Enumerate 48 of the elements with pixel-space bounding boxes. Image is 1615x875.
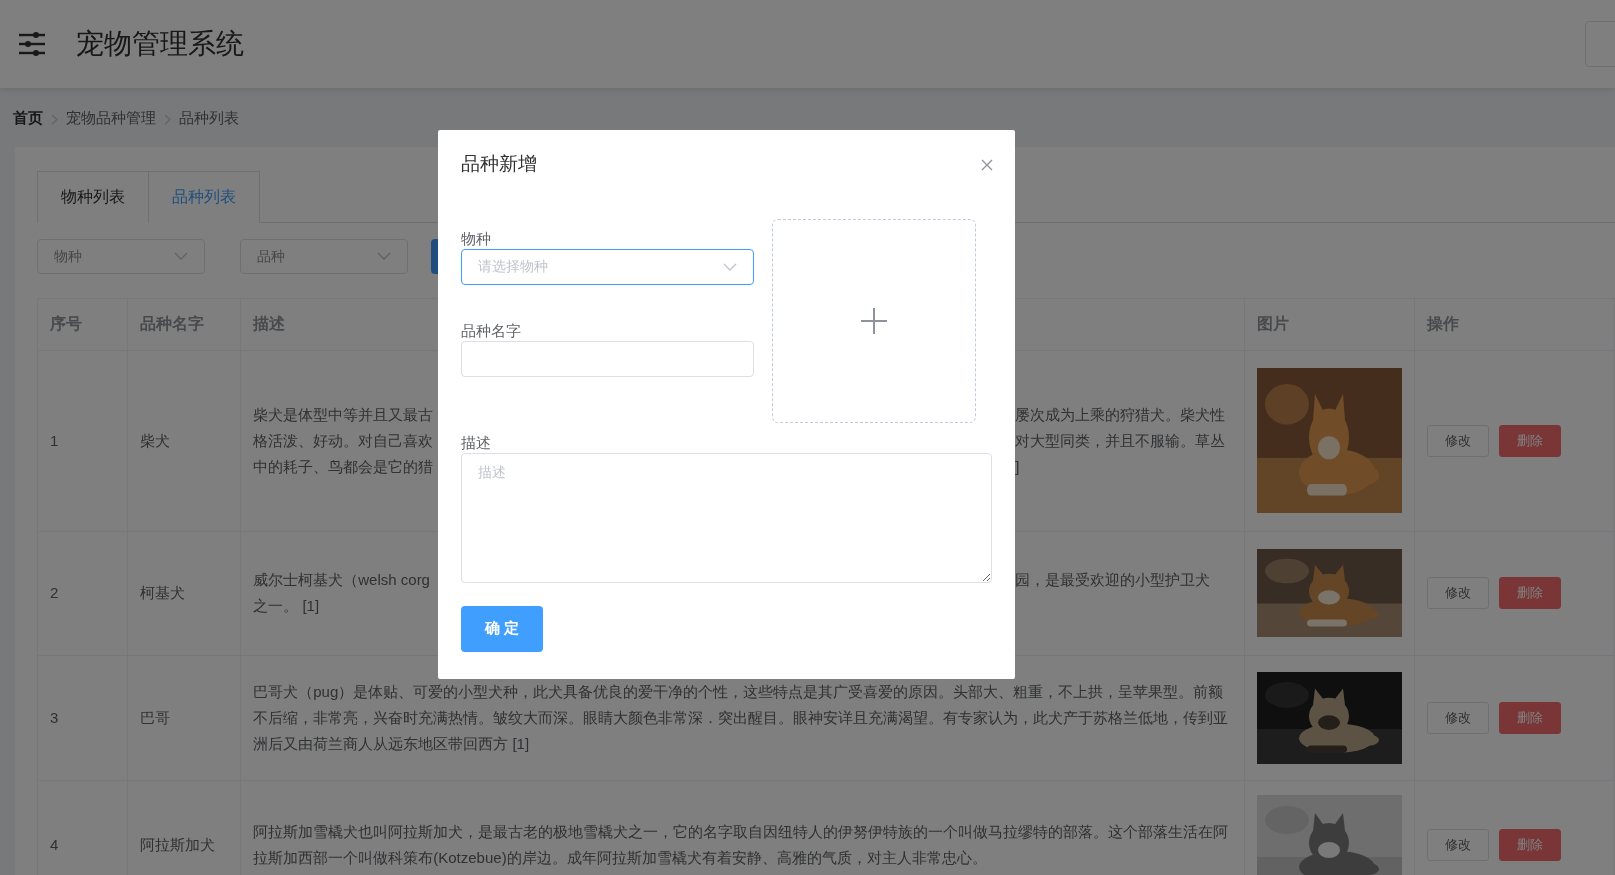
- select-field[interactable]: 请选择物种: [461, 248, 754, 285]
- table-cell: 1: [37, 350, 128, 531]
- delete-button[interactable]: 删除: [1499, 424, 1562, 457]
- table-cell: 柯基犬: [127, 531, 241, 655]
- placeholder-text: 物种: [54, 246, 82, 266]
- edit-button[interactable]: 修改: [1427, 829, 1490, 861]
- sliders-icon[interactable]: [18, 32, 46, 56]
- table-cell: 巴哥: [127, 655, 241, 780]
- chevron-down-icon: [377, 252, 391, 260]
- breadcrumb-link[interactable]: 宠物品种管理: [66, 107, 156, 130]
- description-text: 之一。 [1]: [253, 593, 320, 619]
- textarea-field[interactable]: 描述: [461, 452, 992, 583]
- table-cell: 2: [37, 531, 128, 655]
- plus-icon: [860, 306, 888, 335]
- breadcrumb-link[interactable]: 品种列表: [179, 107, 239, 130]
- table-cell: 柴犬: [127, 350, 241, 531]
- description-text: 园，是最受欢迎的小型护卫犬: [1015, 567, 1211, 593]
- field-label: 物种: [461, 228, 492, 249]
- description-text: 格活泼、好动。对自己喜欢: [253, 427, 434, 454]
- description-text: 屡次成为上乘的狩猎犬。柴犬性: [1015, 401, 1226, 428]
- breadcrumb-link[interactable]: 首页: [13, 107, 43, 130]
- chevron-down-icon: [723, 262, 737, 271]
- table-cell: 4: [37, 780, 128, 875]
- delete-button[interactable]: 删除: [1499, 829, 1562, 861]
- field-label: 品种名字: [461, 320, 522, 341]
- description-text: ]: [1015, 453, 1020, 480]
- table-cell: 3: [37, 655, 128, 780]
- app-title: 宠物管理系统: [76, 27, 244, 61]
- filter-select[interactable]: 品种: [240, 238, 408, 274]
- description-text: 威尔士柯基犬（welsh corg: [253, 567, 430, 593]
- delete-button[interactable]: 删除: [1499, 701, 1562, 734]
- edit-button[interactable]: 修改: [1427, 701, 1490, 734]
- image-upload[interactable]: [772, 218, 976, 423]
- filter-select[interactable]: 物种: [37, 238, 205, 274]
- description-text: 中的耗子、鸟都会是它的猎: [253, 453, 434, 480]
- delete-button[interactable]: 删除: [1499, 577, 1562, 609]
- edit-button[interactable]: 修改: [1427, 577, 1490, 609]
- dialog-title: 品种新增: [461, 152, 537, 176]
- edit-button[interactable]: 修改: [1427, 424, 1490, 457]
- input-field[interactable]: [461, 340, 754, 377]
- description-text: 柴犬是体型中等并且又最古: [253, 401, 434, 428]
- tab[interactable]: 物种列表: [37, 170, 149, 223]
- field-label: 描述: [461, 432, 492, 453]
- description-text: 对大型同类，并且不服输。草丛: [1015, 427, 1226, 454]
- chevron-down-icon: [174, 252, 188, 260]
- placeholder-text: 品种: [257, 246, 285, 266]
- tab[interactable]: 品种列表: [149, 170, 260, 223]
- confirm-button[interactable]: 确 定: [461, 605, 543, 652]
